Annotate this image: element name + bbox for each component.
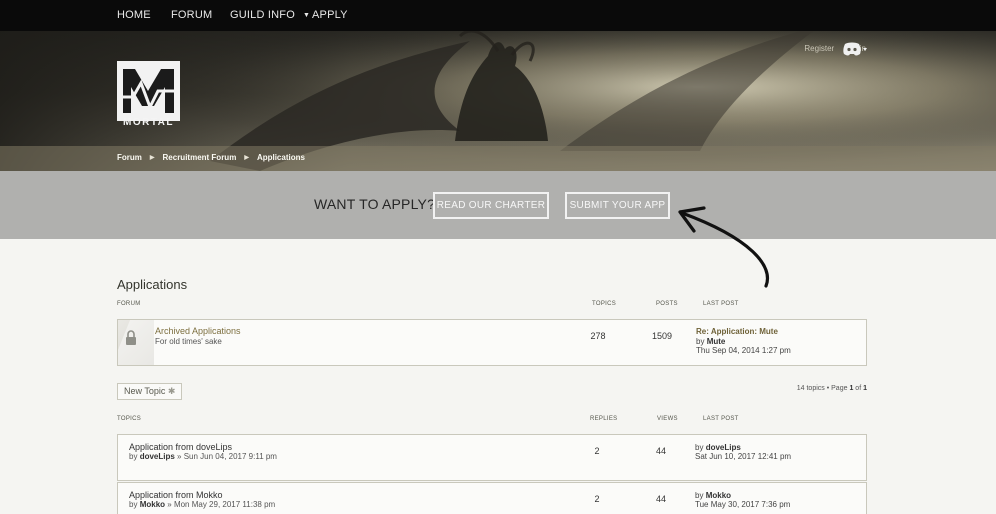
- last-post-date: Sat Jun 10, 2017 12:41 pm: [695, 452, 792, 461]
- col-lastpost-header: LAST POST: [703, 416, 739, 422]
- by-label: by: [129, 452, 138, 461]
- discord-icon[interactable]: [842, 41, 868, 57]
- col-forum-header: FORUM: [117, 301, 141, 307]
- lock-icon: [118, 320, 154, 365]
- nav-guild-info[interactable]: GUILD INFO ▼: [230, 0, 310, 31]
- col-lastpost-header: LAST POST: [703, 301, 739, 307]
- by-label: by: [695, 491, 704, 500]
- apply-prompt: WANT TO APPLY?: [314, 196, 436, 212]
- forum-row[interactable]: Archived Applications For old times' sak…: [117, 319, 867, 366]
- by-label: by: [695, 443, 704, 452]
- topic-author-link[interactable]: doveLips: [140, 452, 175, 461]
- topic-views: 44: [655, 494, 666, 504]
- forum-description: For old times' sake: [155, 337, 222, 346]
- col-topics-header: TOPICS: [117, 416, 142, 422]
- last-post-author: by Mute: [696, 337, 725, 346]
- topic-row[interactable]: Application from doveLips by doveLips » …: [117, 434, 867, 481]
- page-title: Applications: [117, 277, 188, 292]
- chevron-right-icon: ▶: [149, 155, 155, 161]
- col-posts-header: POSTS: [656, 301, 678, 307]
- topic-author: by Mokko » Mon May 29, 2017 11:38 pm: [129, 500, 275, 509]
- current-page: 1: [849, 385, 854, 392]
- header-banner: MORTAL Register Login Forum▶Recruitment …: [0, 31, 996, 171]
- topic-title-link[interactable]: Application from doveLips: [129, 442, 232, 452]
- breadcrumb-recruitment-forum[interactable]: Recruitment Forum: [163, 153, 237, 162]
- last-post-date: Tue May 30, 2017 7:36 pm: [695, 500, 791, 509]
- read-charter-button[interactable]: READ OUR CHARTER: [433, 192, 549, 219]
- col-topics-header: TOPICS: [592, 301, 617, 307]
- new-topic-label: New Topic: [124, 386, 166, 396]
- new-topic-button[interactable]: New Topic ✱: [117, 383, 183, 400]
- col-replies-header: REPLIES: [590, 416, 618, 422]
- curved-arrow-icon: [678, 206, 769, 288]
- submit-app-button[interactable]: SUBMIT YOUR APP: [565, 192, 670, 219]
- topic-title-link[interactable]: Application from Mokko: [129, 490, 223, 500]
- breadcrumb-forum[interactable]: Forum: [117, 153, 142, 162]
- forum-posts-count: 1509: [651, 331, 673, 341]
- topic-replies: 2: [594, 446, 600, 456]
- last-post-author-link[interactable]: doveLips: [706, 443, 741, 452]
- topic-author-link[interactable]: Mokko: [140, 500, 165, 509]
- nav-forum[interactable]: FORUM: [171, 0, 212, 31]
- topics-count: 14 topics: [796, 385, 825, 392]
- of-label: of: [855, 385, 862, 392]
- breadcrumb: Forum ▶ Recruitment Forum ▶ Applications: [117, 153, 305, 162]
- last-post-author: by doveLips: [695, 443, 741, 452]
- caret-down-icon: ▼: [302, 12, 311, 19]
- topic-replies: 2: [594, 494, 600, 504]
- register-link[interactable]: Register: [804, 44, 834, 53]
- total-pages: 1: [863, 385, 867, 392]
- breadcrumb-applications[interactable]: Applications: [257, 153, 305, 162]
- topic-date: » Sun Jun 04, 2017 9:11 pm: [177, 452, 277, 461]
- topic-author: by doveLips » Sun Jun 04, 2017 9:11 pm: [129, 452, 277, 461]
- by-label: by: [129, 500, 138, 509]
- forum-topics-count: 278: [590, 331, 606, 341]
- topic-row[interactable]: Application from Mokko by Mokko » Mon Ma…: [117, 482, 867, 514]
- topic-views: 44: [655, 446, 666, 456]
- chevron-right-icon: ▶: [244, 155, 249, 161]
- forum-status-tile: [118, 320, 154, 365]
- last-post-author-link[interactable]: Mute: [707, 337, 726, 346]
- pagination: 14 topics • Page 1 of 1: [797, 385, 867, 392]
- logo-wordmark: MORTAL: [122, 117, 175, 128]
- nav-apply[interactable]: APPLY: [312, 0, 348, 31]
- last-post-author: by Mokko: [695, 491, 731, 500]
- last-post-author-link[interactable]: Mokko: [706, 491, 731, 500]
- topic-date: » Mon May 29, 2017 11:38 pm: [167, 500, 276, 509]
- nav-guild-info-label: GUILD INFO: [230, 9, 295, 21]
- page-label: • Page: [826, 385, 848, 392]
- by-label: by: [696, 337, 705, 346]
- star-icon: ✱: [167, 386, 176, 396]
- col-views-header: VIEWS: [657, 416, 678, 422]
- last-post-title-link[interactable]: Re: Application: Mute: [696, 327, 778, 336]
- top-nav: HOME FORUM GUILD INFO ▼ APPLY: [0, 0, 996, 31]
- forum-title-link[interactable]: Archived Applications: [155, 326, 241, 336]
- last-post-date: Thu Sep 04, 2014 1:27 pm: [696, 346, 791, 355]
- nav-home[interactable]: HOME: [117, 0, 151, 31]
